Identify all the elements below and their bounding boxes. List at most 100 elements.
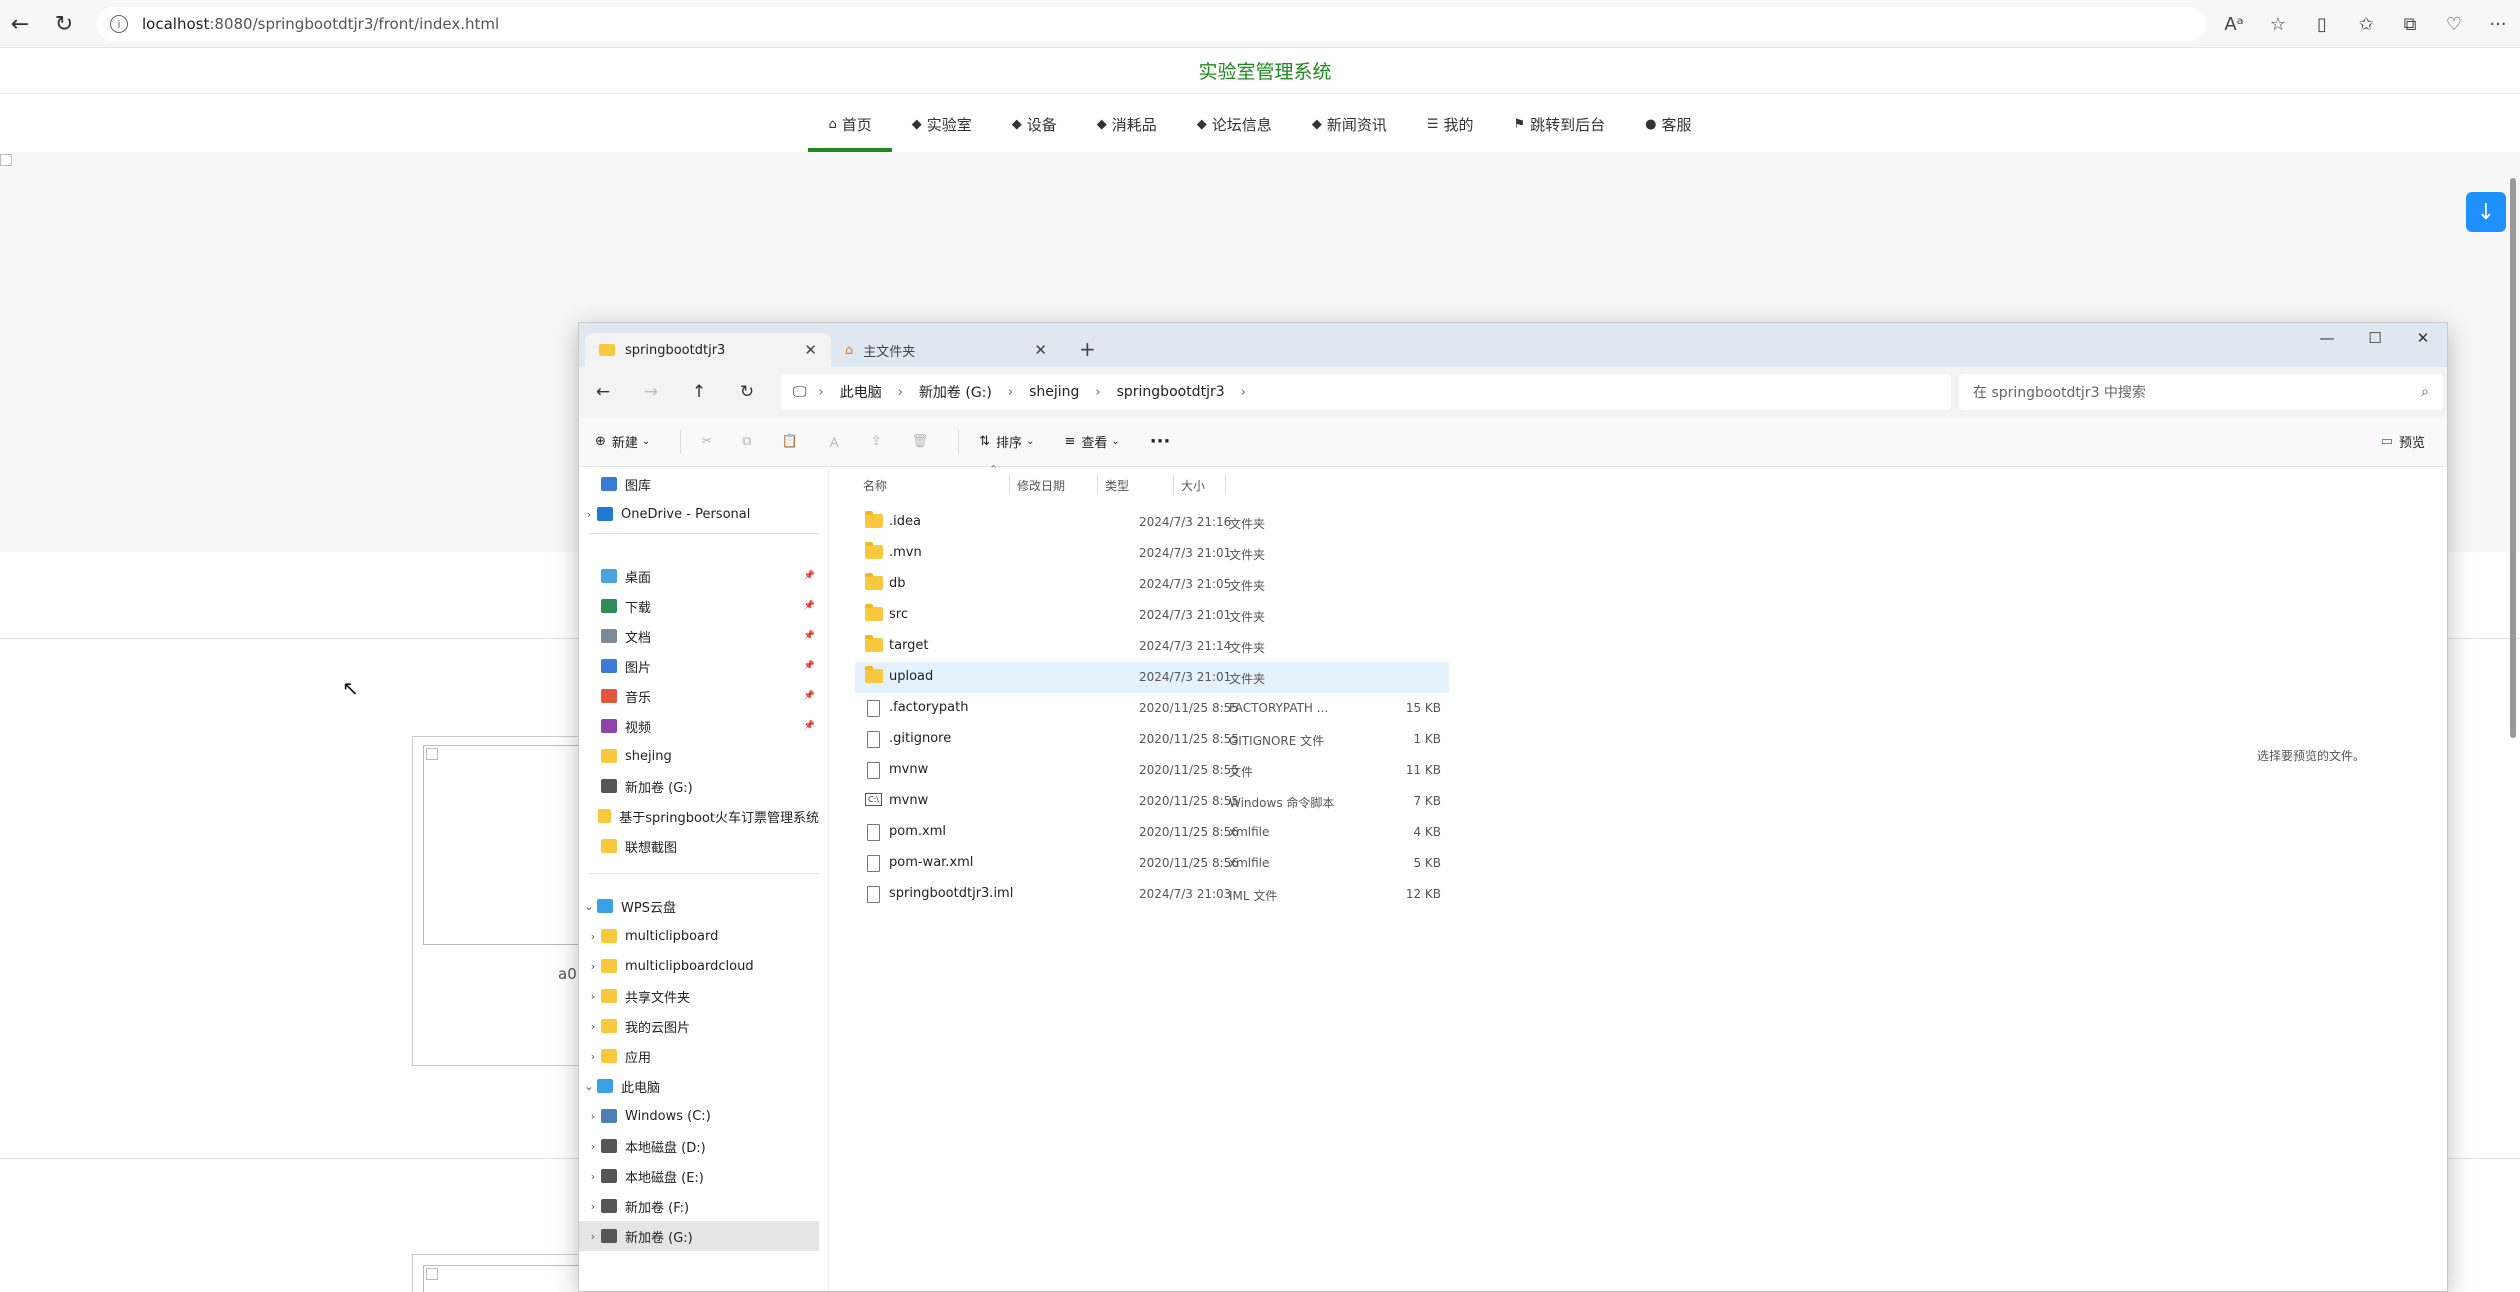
- nav-item[interactable]: › 新加卷 (F:): [579, 1191, 819, 1221]
- copy-icon[interactable]: ⧉: [742, 434, 751, 449]
- page-scrollbar-thumb[interactable]: [2510, 178, 2516, 738]
- close-icon[interactable]: ✕: [804, 341, 817, 359]
- nav-item[interactable]: › 本地磁盘 (E:): [579, 1161, 819, 1191]
- window-close-icon[interactable]: ✕: [2399, 323, 2447, 353]
- nav-item[interactable]: 联想截图: [579, 831, 819, 861]
- chevron-icon[interactable]: ›: [585, 1200, 601, 1213]
- chevron-icon[interactable]: ›: [581, 508, 597, 521]
- chevron-icon[interactable]: ›: [585, 960, 601, 973]
- forward-arrow-icon[interactable]: →: [627, 382, 675, 402]
- close-icon[interactable]: ✕: [1034, 341, 1047, 359]
- rename-icon[interactable]: Ａ: [828, 432, 841, 451]
- add-tab-icon[interactable]: +: [1079, 337, 1096, 361]
- column-divider[interactable]: [1225, 475, 1226, 495]
- nav-item[interactable]: 音乐 📌: [579, 681, 819, 711]
- nav-item-2[interactable]: ◆ 设备: [992, 96, 1077, 152]
- maximize-icon[interactable]: ☐: [2351, 323, 2399, 353]
- nav-item[interactable]: › 我的云图片: [579, 1011, 819, 1041]
- column-divider[interactable]: [1097, 475, 1098, 495]
- nav-item-6[interactable]: ☰ 我的: [1407, 96, 1494, 152]
- nav-item-8[interactable]: ● 客服: [1625, 96, 1711, 152]
- breadcrumb-item[interactable]: 新加卷 (G:): [919, 382, 992, 402]
- search-input[interactable]: 在 springbootdtjr3 中搜索 ⌕: [1959, 374, 2443, 410]
- chevron-icon[interactable]: ›: [585, 990, 601, 1003]
- nav-item[interactable]: ⌄ 此电脑: [579, 1071, 819, 1101]
- delete-icon[interactable]: 🗑: [912, 434, 929, 449]
- chevron-icon[interactable]: ⌄: [581, 1080, 597, 1093]
- view-button[interactable]: ≡ 查看 ⌄: [1064, 432, 1119, 451]
- chevron-right-icon[interactable]: ›: [1241, 385, 1246, 400]
- paste-icon[interactable]: 📋: [782, 434, 798, 449]
- chevron-icon[interactable]: ›: [585, 1020, 601, 1033]
- breadcrumb-item[interactable]: 此电脑: [840, 382, 882, 402]
- column-header-date[interactable]: 修改日期: [1017, 477, 1065, 494]
- tab-springbootdtjr3[interactable]: springbootdtjr3 ✕: [585, 333, 831, 367]
- preview-pane-button[interactable]: ▭ 预览: [2381, 432, 2425, 451]
- chevron-icon[interactable]: ›: [585, 1140, 601, 1153]
- new-button[interactable]: ⊕ 新建 ⌄: [595, 432, 650, 451]
- file-row[interactable]: pom-war.xml 2020/11/25 8:56 xmlfile 5 KB: [855, 848, 1449, 879]
- back-arrow-icon[interactable]: ←: [0, 4, 40, 44]
- chevron-right-icon[interactable]: ›: [1008, 385, 1013, 400]
- sort-button[interactable]: ⇅ 排序 ⌄: [979, 432, 1034, 451]
- file-row[interactable]: target 2024/7/3 21:14 文件夹: [855, 631, 1449, 662]
- nav-item[interactable]: › 新加卷 (G:): [579, 1221, 819, 1251]
- browser-extension-icon[interactable]: ♡: [2432, 14, 2476, 35]
- nav-item[interactable]: 基于springboot火车订票管理系统: [579, 801, 819, 831]
- file-row[interactable]: .factorypath 2020/11/25 8:55 FACTORYPATH .…: [855, 693, 1449, 724]
- file-row[interactable]: .idea 2024/7/3 21:16 文件夹: [855, 507, 1449, 538]
- nav-item-3[interactable]: ◆ 消耗品: [1077, 96, 1177, 152]
- split-screen-icon[interactable]: ▯: [2300, 14, 2344, 35]
- nav-item[interactable]: 图库: [579, 469, 819, 499]
- more-icon[interactable]: ···: [2476, 14, 2520, 35]
- nav-item-4[interactable]: ◆ 论坛信息: [1177, 96, 1292, 152]
- file-row[interactable]: .gitignore 2020/11/25 8:55 GITIGNORE 文件 1 K…: [855, 724, 1449, 755]
- breadcrumb-item[interactable]: springbootdtjr3: [1117, 384, 1225, 400]
- file-row[interactable]: db 2024/7/3 21:05 文件夹: [855, 569, 1449, 600]
- nav-item[interactable]: › multiclipboard: [579, 921, 819, 951]
- address-bar[interactable]: i localhost:8080/springbootdtjr3/front/i…: [96, 7, 2206, 41]
- column-header-type[interactable]: 类型: [1105, 477, 1129, 494]
- nav-item[interactable]: › Windows (C:): [579, 1101, 819, 1131]
- nav-item[interactable]: 下载 📌: [579, 591, 819, 621]
- chevron-icon[interactable]: ⌄: [581, 900, 597, 913]
- chevron-icon[interactable]: ›: [585, 1170, 601, 1183]
- nav-item[interactable]: 文档 📌: [579, 621, 819, 651]
- reload-icon[interactable]: ↻: [44, 4, 84, 44]
- column-divider[interactable]: [1009, 475, 1010, 495]
- tab-home[interactable]: ⌂ 主文件夹 ✕: [831, 333, 1061, 367]
- more-options-icon[interactable]: ···: [1150, 431, 1171, 452]
- file-row[interactable]: mvnw 2020/11/25 8:55 文件 11 KB: [855, 755, 1449, 786]
- scroll-down-icon[interactable]: ↓: [2466, 192, 2506, 232]
- chevron-icon[interactable]: ›: [585, 1050, 601, 1063]
- favorites-icon[interactable]: ✩: [2344, 14, 2388, 35]
- nav-item[interactable]: 视频 📌: [579, 711, 819, 741]
- nav-item[interactable]: 图片 📌: [579, 651, 819, 681]
- collections-icon[interactable]: ⧉: [2388, 14, 2432, 35]
- file-row[interactable]: C:\ mvnw 2020/11/25 8:55 Windows 命令脚本 7 KB: [855, 786, 1449, 817]
- nav-item[interactable]: 新加卷 (G:): [579, 771, 819, 801]
- read-aloud-icon[interactable]: Aᵃ: [2212, 14, 2256, 35]
- nav-item[interactable]: 桌面 📌: [579, 561, 819, 591]
- back-arrow-icon[interactable]: ←: [579, 382, 627, 402]
- breadcrumb-item[interactable]: shejing: [1029, 384, 1079, 400]
- file-row[interactable]: src 2024/7/3 21:01 文件夹: [855, 600, 1449, 631]
- column-header-size[interactable]: 大小: [1181, 477, 1205, 494]
- cut-icon[interactable]: ✂: [701, 434, 712, 449]
- nav-item[interactable]: › 共享文件夹: [579, 981, 819, 1011]
- info-icon[interactable]: i: [110, 15, 128, 33]
- minimize-icon[interactable]: —: [2303, 323, 2351, 353]
- up-arrow-icon[interactable]: ↑: [675, 382, 723, 402]
- nav-item[interactable]: › multiclipboardcloud: [579, 951, 819, 981]
- nav-item[interactable]: shejing: [579, 741, 819, 771]
- nav-item[interactable]: ⌄ WPS云盘: [579, 891, 819, 921]
- nav-item-0[interactable]: ⌂ 首页: [808, 96, 893, 152]
- nav-item[interactable]: › 应用: [579, 1041, 819, 1071]
- chevron-icon[interactable]: ›: [585, 1230, 601, 1243]
- nav-item[interactable]: › OneDrive - Personal: [579, 499, 819, 529]
- file-row[interactable]: pom.xml 2020/11/25 8:56 xmlfile 4 KB: [855, 817, 1449, 848]
- nav-item-1[interactable]: ◆ 实验室: [892, 96, 992, 152]
- file-row[interactable]: .mvn 2024/7/3 21:01 文件夹: [855, 538, 1449, 569]
- file-row[interactable]: upload 2024/7/3 21:01 文件夹: [855, 662, 1449, 693]
- column-divider[interactable]: [1173, 475, 1174, 495]
